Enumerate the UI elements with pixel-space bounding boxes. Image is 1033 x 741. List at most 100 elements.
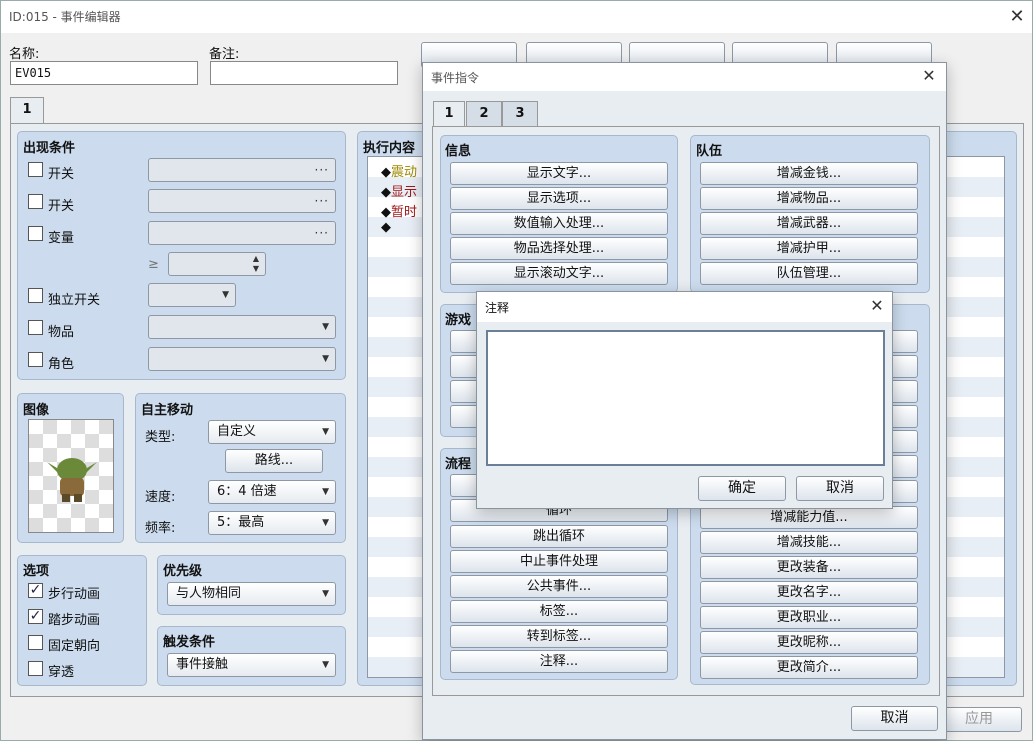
select-item-button[interactable]: 物品选择处理... xyxy=(450,237,668,260)
actor-checkbox[interactable] xyxy=(28,352,43,367)
change-gold-button[interactable]: 增减金钱... xyxy=(700,162,918,185)
options-title: 选项 xyxy=(23,564,50,579)
tab-3[interactable]: 3 xyxy=(502,101,538,127)
character-image-preview[interactable] xyxy=(28,419,114,533)
move-speed-select[interactable]: 6：4 倍速 ▼ xyxy=(208,480,336,504)
spinner-icon[interactable]: ▲ ▼ xyxy=(253,254,259,274)
direction-fix-checkbox[interactable] xyxy=(28,635,43,650)
through-label: 穿透 xyxy=(48,665,75,680)
list-item-text: 暂时 xyxy=(391,205,418,220)
name-field[interactable]: EV015 xyxy=(10,61,198,85)
tab-1[interactable]: 1 xyxy=(433,101,465,127)
priority-value: 与人物相同 xyxy=(176,586,242,601)
apply-button[interactable]: 应用 xyxy=(936,707,1022,732)
game-progression-title: 游戏 xyxy=(445,313,472,328)
through-checkbox[interactable] xyxy=(28,661,43,676)
autonomous-movement-title: 自主移动 xyxy=(141,403,194,418)
variable-checkbox[interactable] xyxy=(28,226,43,241)
variable-label: 变量 xyxy=(48,231,75,246)
stepping-anim-checkbox[interactable]: ✓ xyxy=(28,609,43,624)
goblin-sprite xyxy=(47,458,97,502)
note-field[interactable] xyxy=(210,61,398,85)
change-nickname-button[interactable]: 更改昵称... xyxy=(700,631,918,654)
change-armors-button[interactable]: 增减护甲... xyxy=(700,237,918,260)
comment-dialog-title: 注释 xyxy=(485,301,510,315)
change-parameter-button[interactable]: 增减能力值... xyxy=(700,506,918,529)
switch1-select[interactable]: ··· xyxy=(148,158,336,182)
close-icon[interactable]: ✕ xyxy=(920,67,938,85)
image-title: 图像 xyxy=(23,403,50,418)
walking-anim-label: 步行动画 xyxy=(48,587,101,602)
item-checkbox[interactable] xyxy=(28,320,43,335)
jump-to-label-button[interactable]: 转到标签... xyxy=(450,625,668,648)
list-item[interactable]: ◆显示 xyxy=(381,181,417,200)
trigger-value: 事件接触 xyxy=(176,657,229,672)
input-number-button[interactable]: 数值输入处理... xyxy=(450,212,668,235)
close-icon[interactable]: ✕ xyxy=(1008,8,1026,26)
self-switch-select[interactable]: ▼ xyxy=(148,283,236,307)
actor-select[interactable]: ▼ xyxy=(148,347,336,371)
label-button[interactable]: 标签... xyxy=(450,600,668,623)
variable-value-spinner[interactable]: ▲ ▼ xyxy=(168,252,266,276)
change-equipment-button[interactable]: 更改装备... xyxy=(700,556,918,579)
switch2-checkbox[interactable] xyxy=(28,194,43,209)
close-icon[interactable]: ✕ xyxy=(868,297,886,315)
conditions-title: 出现条件 xyxy=(23,141,76,156)
comment-cancel-button[interactable]: 取消 xyxy=(796,476,884,501)
chevron-down-icon: ▼ xyxy=(322,518,329,528)
chevron-down-icon: ▼ xyxy=(322,427,329,437)
move-freq-label: 频率: xyxy=(145,521,176,536)
window-title: ID:015 - 事件编辑器 xyxy=(9,10,121,24)
tab-2[interactable]: 2 xyxy=(466,101,502,127)
comment-button[interactable]: 注释... xyxy=(450,650,668,673)
list-item[interactable]: ◆震动 xyxy=(381,161,417,180)
change-skills-button[interactable]: 增减技能... xyxy=(700,531,918,554)
chevron-down-icon: ▼ xyxy=(322,589,329,599)
change-weapons-button[interactable]: 增减武器... xyxy=(700,212,918,235)
exit-event-button[interactable]: 中止事件处理 xyxy=(450,550,668,573)
break-loop-button[interactable]: 跳出循环 xyxy=(450,525,668,548)
change-items-button[interactable]: 增减物品... xyxy=(700,187,918,210)
item-select[interactable]: ▼ xyxy=(148,315,336,339)
actor-label: 角色 xyxy=(48,357,75,372)
name-label: 名称: xyxy=(9,47,40,62)
command-window-titlebar: 事件指令 xyxy=(423,63,946,91)
party-title: 队伍 xyxy=(696,144,723,159)
window-titlebar: ID:015 - 事件编辑器 xyxy=(1,1,1032,33)
direction-fix-label: 固定朝向 xyxy=(48,639,101,654)
list-item[interactable]: ◆暂时 xyxy=(381,201,417,220)
route-button[interactable]: 路线... xyxy=(225,449,323,473)
ellipsis-icon: ··· xyxy=(314,194,329,208)
move-type-label: 类型: xyxy=(145,430,176,445)
move-type-value: 自定义 xyxy=(217,424,257,439)
self-switch-checkbox[interactable] xyxy=(28,288,43,303)
switch1-checkbox[interactable] xyxy=(28,162,43,177)
comment-ok-button[interactable]: 确定 xyxy=(698,476,786,501)
change-name-button[interactable]: 更改名字... xyxy=(700,581,918,604)
change-profile-button[interactable]: 更改简介... xyxy=(700,656,918,679)
walking-anim-checkbox[interactable]: ✓ xyxy=(28,583,43,598)
command-cancel-button[interactable]: 取消 xyxy=(851,706,938,731)
show-choices-button[interactable]: 显示选项... xyxy=(450,187,668,210)
chevron-down-icon: ▼ xyxy=(222,290,229,300)
priority-select[interactable]: 与人物相同 ▼ xyxy=(167,582,336,606)
variable-select[interactable]: ··· xyxy=(148,221,336,245)
comment-textarea[interactable] xyxy=(486,330,885,466)
ellipsis-icon: ··· xyxy=(314,163,329,177)
switch2-label: 开关 xyxy=(48,199,75,214)
change-party-button[interactable]: 队伍管理... xyxy=(700,262,918,285)
switch2-select[interactable]: ··· xyxy=(148,189,336,213)
move-freq-select[interactable]: 5：最高 ▼ xyxy=(208,511,336,535)
move-speed-label: 速度: xyxy=(145,490,176,505)
move-freq-value: 5：最高 xyxy=(217,515,265,530)
common-event-button[interactable]: 公共事件... xyxy=(450,575,668,598)
ellipsis-icon: ··· xyxy=(314,226,329,240)
move-speed-value: 6：4 倍速 xyxy=(217,484,277,499)
list-item[interactable]: ◆ xyxy=(381,220,391,235)
trigger-select[interactable]: 事件接触 ▼ xyxy=(167,653,336,677)
move-type-select[interactable]: 自定义 ▼ xyxy=(208,420,336,444)
show-text-button[interactable]: 显示文字... xyxy=(450,162,668,185)
tab-page-1[interactable]: 1 xyxy=(10,97,44,125)
change-class-button[interactable]: 更改职业... xyxy=(700,606,918,629)
show-scrolling-text-button[interactable]: 显示滚动文字... xyxy=(450,262,668,285)
